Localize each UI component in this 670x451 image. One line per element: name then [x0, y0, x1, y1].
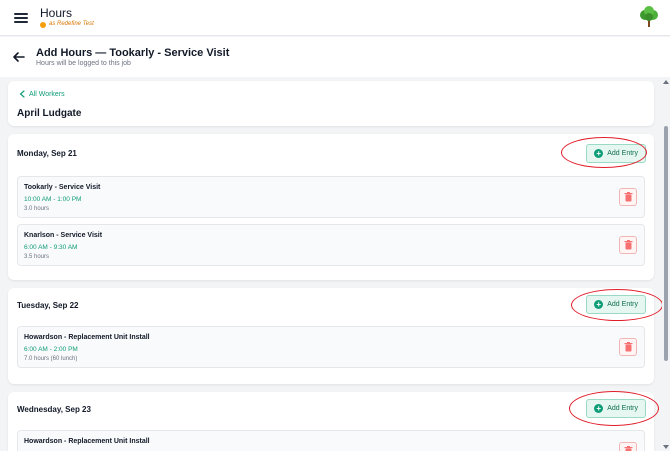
user-icon [40, 21, 46, 28]
scroll-up-arrow-icon[interactable] [663, 80, 669, 84]
entry-title: Howardson - Replacement Unit Install [24, 334, 150, 341]
add-entry-label: Add Entry [607, 301, 638, 308]
trash-icon [624, 342, 632, 352]
trash-icon [624, 240, 632, 250]
trash-icon [624, 446, 632, 451]
page-title: Add Hours — Tookarly - Service Visit [36, 47, 230, 59]
worker-name: April Ludgate [17, 108, 82, 119]
app-title: Hours [40, 6, 73, 21]
all-workers-link[interactable]: All Workers [19, 90, 65, 98]
entry-duration: 7.0 hours (60 lunch) [24, 356, 78, 362]
day-card: Monday, Sep 21 + Add Entry Tookarly - Se… [8, 134, 654, 280]
entry-row: Tookarly - Service Visit 10:00 AM - 1:00… [17, 176, 645, 218]
entry-row: Knarlson - Service Visit 6:00 AM - 9:30 … [17, 224, 645, 266]
worker-card: All Workers April Ludgate [8, 81, 654, 126]
delete-entry-button[interactable] [619, 338, 637, 356]
top-bar: Hours as Redefine Test [0, 0, 670, 36]
add-entry-label: Add Entry [607, 405, 638, 412]
day-card: Tuesday, Sep 22 + Add Entry Howardson - … [8, 288, 654, 384]
entry-duration: 3.0 hours [24, 206, 50, 212]
page-subtitle: Hours will be logged to this job [36, 60, 131, 67]
entry-duration: 3.5 hours [24, 254, 50, 260]
day-card: Wednesday, Sep 23 + Add Entry Howardson … [8, 392, 654, 451]
app-title-block: Hours as Redefine Test [40, 6, 94, 28]
entry-title: Tookarly - Service Visit [24, 184, 101, 191]
entry-title: Knarlson - Service Visit [24, 232, 103, 239]
day-label: Monday, Sep 21 [17, 149, 77, 158]
scrollbar-thumb[interactable] [664, 126, 668, 361]
plus-circle-icon: + [594, 149, 604, 158]
entry-time: 6:00 AM - 9:30 AM [24, 244, 78, 251]
plus-circle-icon: + [594, 404, 604, 413]
add-entry-label: Add Entry [607, 150, 638, 157]
tree-icon [640, 6, 658, 27]
entry-row: Howardson - Replacement Unit Install 6:0… [17, 326, 645, 368]
entry-title: Howardson - Replacement Unit Install [24, 438, 150, 445]
hamburger-menu-icon[interactable] [14, 12, 28, 23]
entry-row: Howardson - Replacement Unit Install [17, 430, 645, 451]
scroll-down-arrow-icon[interactable] [663, 445, 669, 449]
entry-time: 6:00 AM - 2:00 PM [24, 346, 78, 353]
day-label: Tuesday, Sep 22 [17, 301, 79, 310]
add-entry-button[interactable]: + Add Entry [586, 399, 646, 418]
add-entry-button[interactable]: + Add Entry [586, 144, 646, 163]
plus-circle-icon: + [594, 300, 604, 309]
delete-entry-button[interactable] [619, 236, 637, 254]
current-user: as Redefine Test [40, 21, 94, 28]
trash-icon [624, 192, 632, 202]
delete-entry-button[interactable] [619, 442, 637, 451]
all-workers-label: All Workers [29, 90, 65, 98]
page-header: Add Hours — Tookarly - Service Visit Hou… [0, 37, 670, 77]
main-content: All Workers April Ludgate Monday, Sep 21… [0, 78, 662, 451]
add-entry-button[interactable]: + Add Entry [586, 295, 646, 314]
back-arrow-icon[interactable] [12, 50, 26, 64]
delete-entry-button[interactable] [619, 188, 637, 206]
day-label: Wednesday, Sep 23 [17, 405, 91, 414]
entry-time: 10:00 AM - 1:00 PM [24, 196, 82, 203]
user-label: as Redefine Test [49, 21, 94, 28]
chevron-left-icon [19, 90, 25, 98]
scrollbar[interactable] [662, 78, 670, 451]
